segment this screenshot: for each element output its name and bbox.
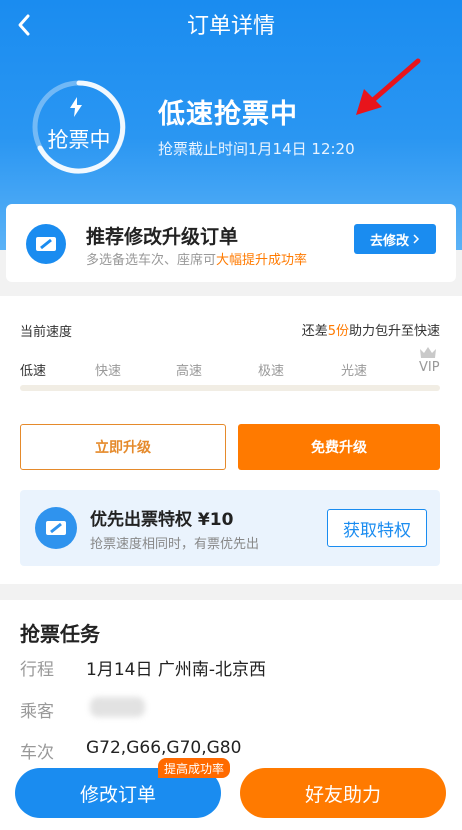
speed-level-low: 低速	[20, 364, 47, 379]
crown-icon	[420, 347, 436, 358]
current-speed-label: 当前速度	[20, 325, 73, 340]
train-value: G72,G66,G70,G80	[86, 738, 242, 758]
status-title: 低速抢票中	[158, 99, 298, 130]
speed-level-vip: VIP	[419, 360, 440, 375]
task-title: 抢票任务	[20, 622, 100, 646]
ticket-edit-icon	[26, 224, 66, 264]
free-upgrade-button[interactable]: 免费升级	[238, 424, 440, 470]
recommend-subtitle: 多选备选车次、座席可大幅提升成功率	[86, 253, 308, 268]
friend-boost-button[interactable]: 好友助力	[240, 768, 446, 818]
status-ring-label: 抢票中	[47, 128, 111, 152]
go-modify-button[interactable]: 去修改	[354, 224, 436, 254]
speed-panel: 当前速度 还差5份助力包升至快速 低速 快速 高速 极速 光速 VIP 立即升级…	[0, 296, 462, 584]
priority-privilege-card: 优先出票特权 ¥10 抢票速度相同时，有票优先出 获取特权	[20, 490, 440, 566]
trip-label: 行程	[20, 660, 54, 680]
passenger-name-redacted	[90, 697, 145, 717]
speed-progress-track	[20, 385, 440, 391]
deadline-text: 抢票截止时间1月14日 12:20	[158, 140, 355, 158]
recommend-card: 推荐修改升级订单 多选备选车次、座席可大幅提升成功率 去修改	[6, 204, 456, 282]
ticket-icon	[35, 507, 77, 549]
page-title: 订单详情	[186, 14, 275, 39]
success-rate-badge: 提高成功率	[158, 758, 231, 778]
recommend-title: 推荐修改升级订单	[86, 226, 239, 248]
speed-level-high: 高速	[176, 364, 203, 379]
speed-level-light: 光速	[341, 364, 368, 379]
privilege-title: 优先出票特权 ¥10	[90, 510, 234, 530]
lightning-icon	[70, 97, 82, 117]
speed-level-fast: 快速	[95, 364, 122, 379]
speed-level-extreme: 极速	[258, 364, 285, 379]
get-privilege-button[interactable]: 获取特权	[327, 509, 427, 547]
train-label: 车次	[20, 743, 54, 763]
chevron-right-icon	[413, 234, 420, 244]
trip-value: 1月14日 广州南-北京西	[86, 660, 266, 680]
passenger-label: 乘客	[20, 702, 54, 722]
upgrade-now-button[interactable]: 立即升级	[20, 424, 226, 470]
boost-gap-note: 还差5份助力包升至快速	[301, 324, 440, 339]
privilege-subtitle: 抢票速度相同时，有票优先出	[90, 537, 260, 552]
annotation-arrow-icon	[356, 58, 421, 115]
